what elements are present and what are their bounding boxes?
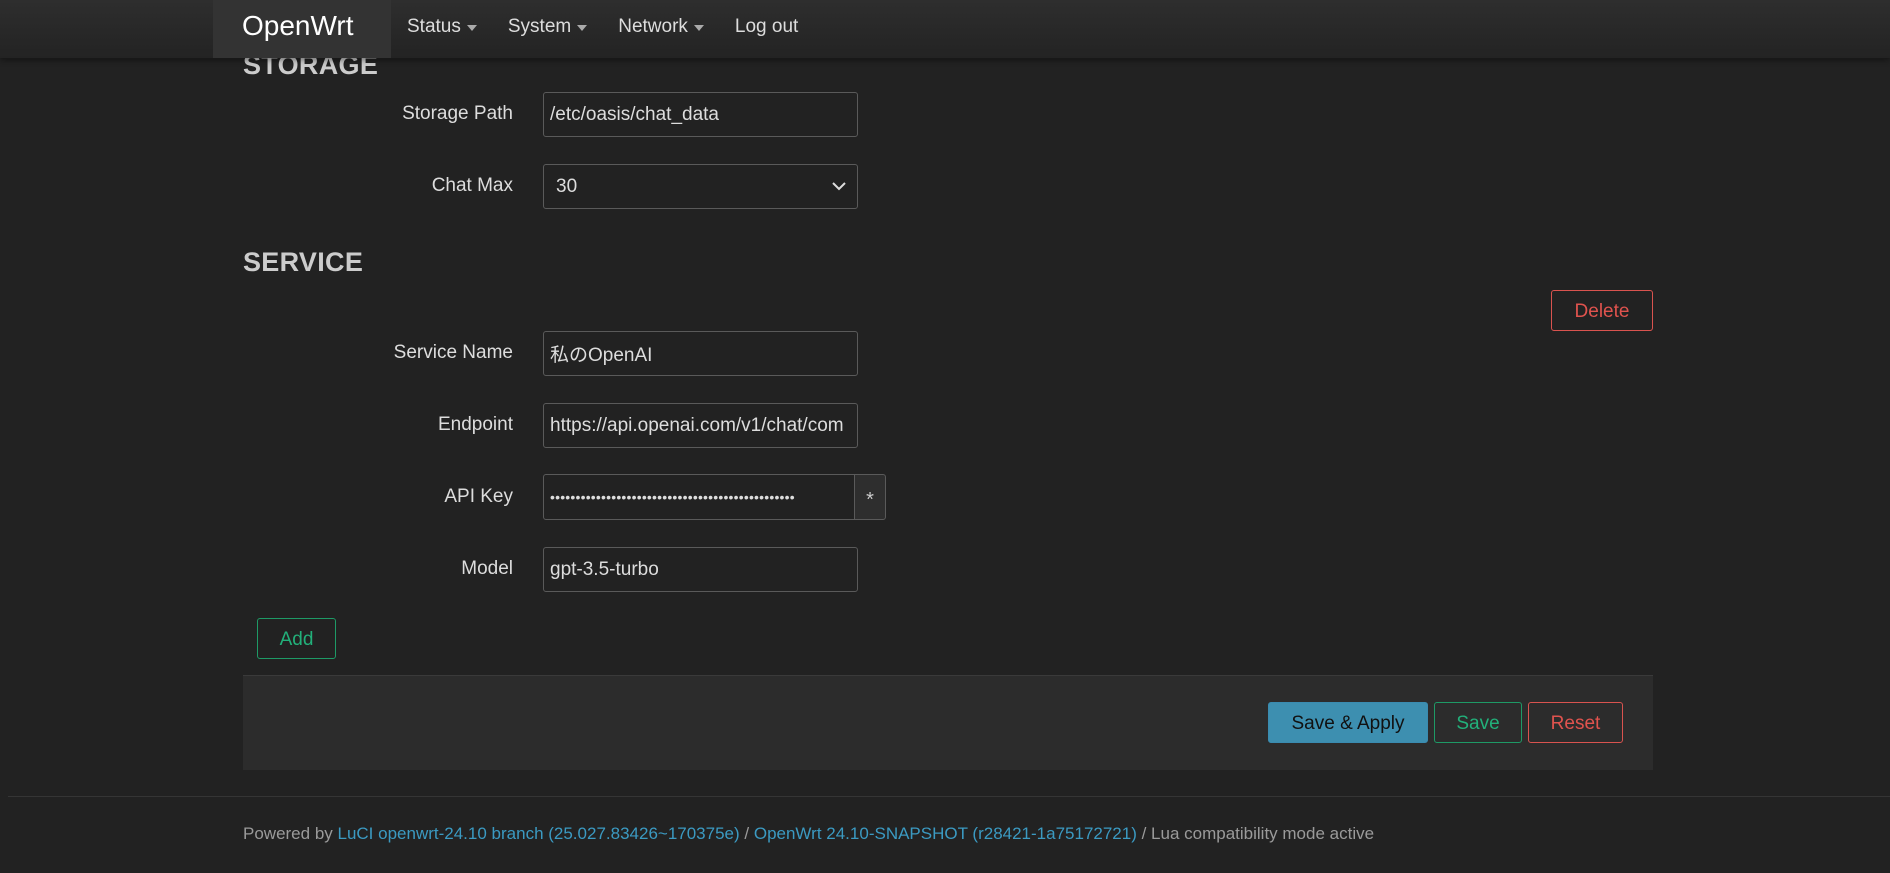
service-name-label: Service Name [393, 342, 513, 363]
caret-down-icon [466, 25, 477, 31]
main-menu: Status System Network Log out [407, 0, 829, 54]
menu-logout-label: Log out [734, 16, 799, 37]
save-apply-button[interactable]: Save & Apply [1268, 702, 1428, 743]
endpoint-input[interactable] [543, 403, 858, 448]
reset-button[interactable]: Reset [1528, 702, 1623, 743]
footer-sep: / [739, 824, 754, 843]
service-name-input[interactable] [543, 331, 858, 376]
model-input[interactable] [543, 547, 858, 592]
service-section-title: SERVICE [243, 247, 364, 277]
api-key-input[interactable]: ••••••••••••••••••••••••••••••••••••••••… [543, 474, 855, 520]
top-navbar: OpenWrt Status System Network Log out [0, 0, 1890, 58]
footer-divider [8, 796, 1890, 797]
menu-logout[interactable]: Log out [735, 16, 798, 38]
luci-link[interactable]: LuCI openwrt-24.10 branch (25.027.83426~… [338, 824, 740, 843]
reveal-password-button[interactable]: * [854, 474, 886, 520]
footer-prefix: Powered by [243, 824, 338, 843]
menu-status[interactable]: Status [407, 16, 477, 38]
chat-max-label: Chat Max [431, 175, 513, 196]
delete-button[interactable]: Delete [1551, 290, 1653, 331]
chat-max-value: 30 [556, 176, 578, 197]
chevron-down-icon [832, 182, 846, 191]
add-button[interactable]: Add [257, 618, 336, 659]
menu-status-label: Status [407, 16, 461, 37]
endpoint-label: Endpoint [437, 414, 513, 435]
brand-logo[interactable]: OpenWrt [213, 0, 391, 58]
storage-path-label: Storage Path [402, 103, 513, 124]
api-key-group: ••••••••••••••••••••••••••••••••••••••••… [543, 474, 887, 520]
api-key-label: API Key [444, 486, 513, 507]
caret-down-icon [577, 25, 588, 31]
chat-max-select[interactable]: 30 [543, 164, 858, 209]
save-button[interactable]: Save [1434, 702, 1522, 743]
menu-system-label: System [507, 16, 572, 37]
model-label: Model [461, 558, 513, 579]
storage-path-input[interactable] [543, 92, 858, 137]
openwrt-link[interactable]: OpenWrt 24.10-SNAPSHOT (r28421-1a7517272… [754, 824, 1137, 843]
menu-network-label: Network [618, 16, 688, 37]
menu-network[interactable]: Network [618, 16, 704, 38]
caret-down-icon [693, 25, 704, 31]
menu-system[interactable]: System [507, 16, 588, 38]
footer-suffix: / Lua compatibility mode active [1136, 824, 1375, 843]
footer: Powered by LuCI openwrt-24.10 branch (25… [243, 824, 1374, 844]
